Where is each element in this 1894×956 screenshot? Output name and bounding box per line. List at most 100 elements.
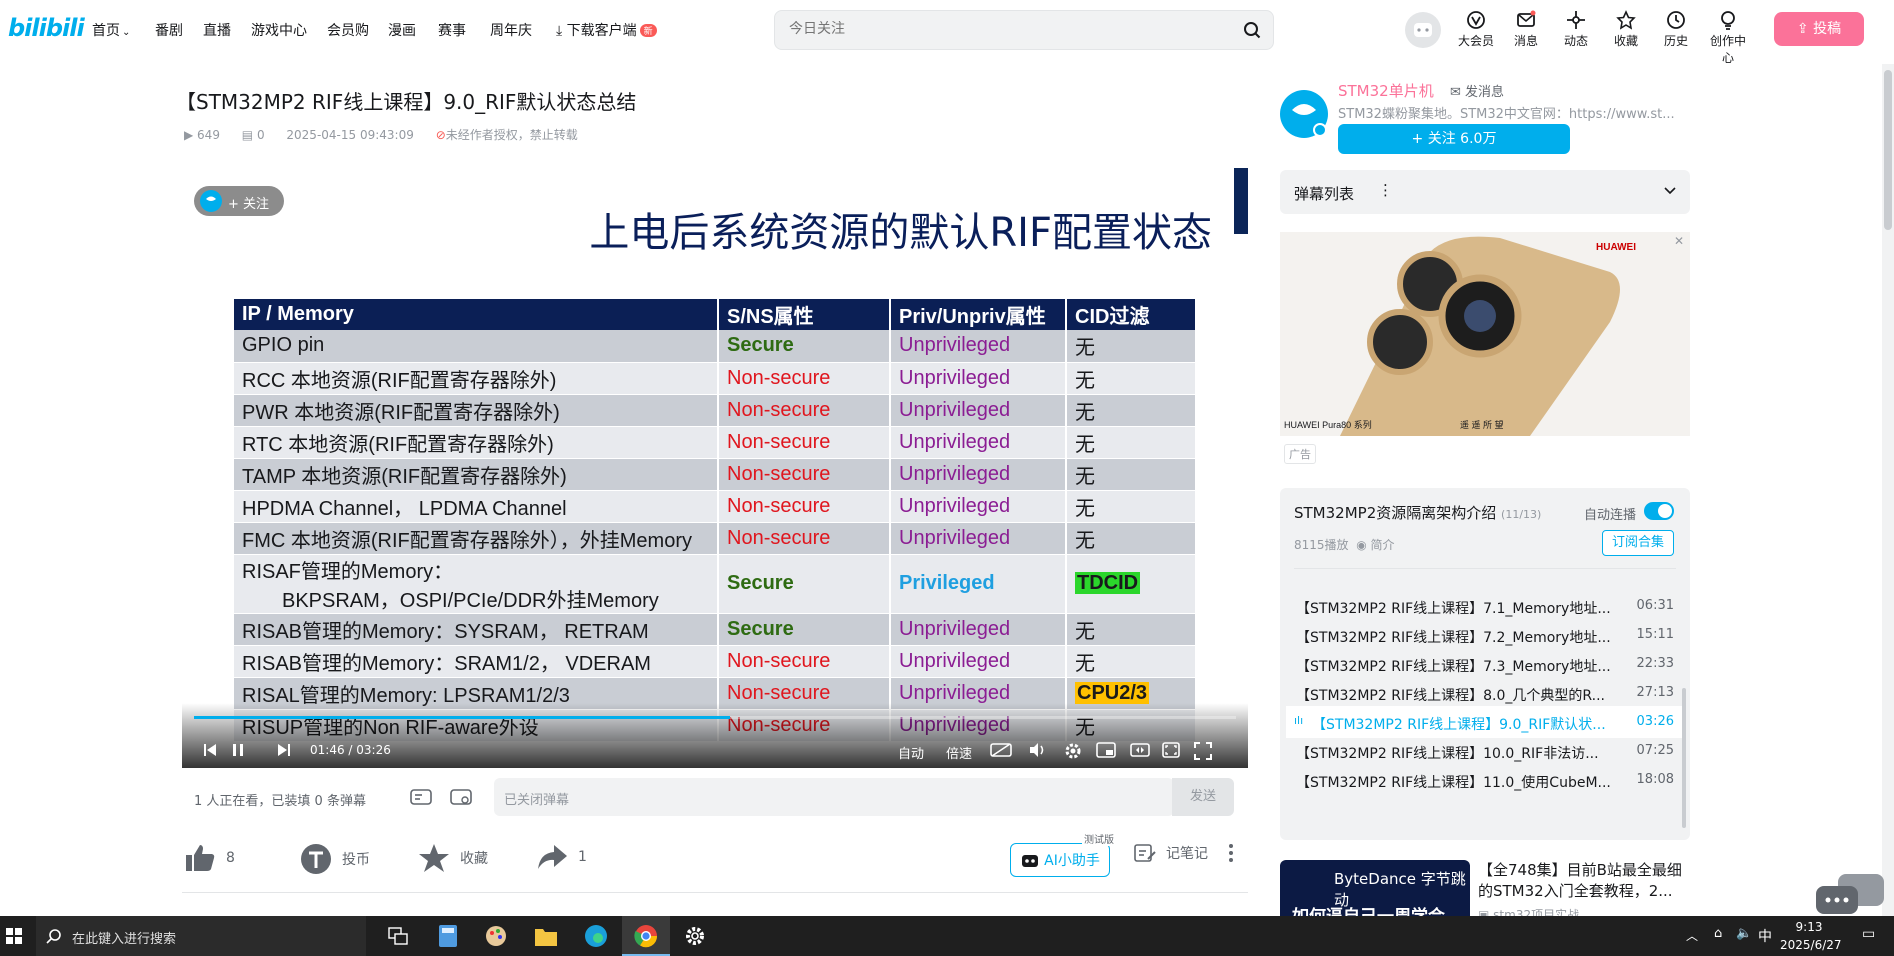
- header-creator-button[interactable]: 创作中心: [1706, 10, 1750, 66]
- upload-button[interactable]: ⇪ 投稿: [1774, 12, 1864, 46]
- ime-indicator[interactable]: 中: [1758, 926, 1772, 946]
- priv-cell: Unprivileged: [890, 613, 1067, 646]
- calculator-icon[interactable]: [438, 924, 458, 948]
- header-dynamic-button[interactable]: 动态: [1554, 10, 1598, 49]
- priv-cell: Unprivileged: [890, 645, 1067, 678]
- like-button[interactable]: 8: [184, 843, 235, 873]
- ip-cell: HPDMA Channel， LPDMA Channel: [234, 490, 719, 523]
- next-icon[interactable]: [276, 742, 292, 758]
- send-message-link[interactable]: ✉ 发消息: [1450, 81, 1504, 100]
- nav-item-2[interactable]: 直播: [203, 20, 231, 40]
- sns-cell: Secure: [718, 554, 891, 614]
- network-icon[interactable]: ⌂: [1714, 926, 1722, 941]
- quality-button[interactable]: 自动: [898, 743, 924, 762]
- chevron-down-icon[interactable]: [1664, 186, 1676, 196]
- playlist-item[interactable]: ılı 【STM32MP2 RIF线上课程】9.0_RIF默认状... 03:26: [1286, 706, 1682, 738]
- page-scrollbar-thumb[interactable]: [1884, 70, 1892, 230]
- nav-item-0[interactable]: 首页 ⌄: [92, 20, 130, 40]
- search-input[interactable]: [789, 21, 1209, 37]
- player-control-row: 01:46 / 03:26 自动 倍速: [182, 736, 1248, 766]
- speed-button[interactable]: 倍速: [946, 743, 972, 762]
- more-options-button[interactable]: [1228, 843, 1234, 863]
- priv-cell: Unprivileged: [890, 490, 1067, 523]
- chrome-taskbar-item[interactable]: [622, 916, 670, 956]
- playlist-item[interactable]: 【STM32MP2 RIF线上课程】7.3_Memory地址... 22:33: [1286, 648, 1682, 680]
- nav-item-7[interactable]: 周年庆: [490, 20, 532, 40]
- header-favorite-button[interactable]: 收藏: [1604, 10, 1648, 49]
- paint-icon[interactable]: [484, 924, 508, 948]
- subtitle-off-icon[interactable]: [990, 742, 1012, 758]
- search-icon[interactable]: [1243, 21, 1261, 39]
- volume-icon[interactable]: [1028, 742, 1046, 758]
- danmaku-send-button[interactable]: 发送: [1172, 778, 1234, 816]
- ad-banner[interactable]: HUAWEI HUAWEI Pura80 系列 遥 遥 所 望 ✕: [1280, 232, 1690, 436]
- more-icon[interactable]: ⋮: [1378, 181, 1393, 199]
- chat-bubble-icon[interactable]: [1812, 872, 1888, 916]
- playlist-item[interactable]: 【STM32MP2 RIF线上课程】7.2_Memory地址... 15:11: [1286, 619, 1682, 651]
- table-header-cell: Priv/Unpriv属性: [890, 299, 1067, 330]
- danmaku-settings-icon[interactable]: [450, 788, 472, 808]
- ai-assistant-button[interactable]: AI小助手: [1010, 843, 1110, 877]
- edge-browser-icon[interactable]: [584, 924, 608, 948]
- notification-icon[interactable]: ▭: [1862, 926, 1875, 942]
- nav-item-8[interactable]: ⤓ 下载客户端新: [556, 20, 657, 40]
- coin-button[interactable]: 投币: [300, 843, 370, 875]
- playlist-item[interactable]: 【STM32MP2 RIF线上课程】7.1_Memory地址... 06:31: [1286, 590, 1682, 622]
- search-box[interactable]: [774, 10, 1274, 50]
- playlist-item[interactable]: 【STM32MP2 RIF线上课程】10.0_RIF非法访... 07:25: [1286, 735, 1682, 767]
- header-history-button[interactable]: 历史: [1654, 10, 1698, 49]
- pip-icon[interactable]: [1096, 742, 1116, 758]
- web-fullscreen-icon[interactable]: [1162, 742, 1180, 758]
- autoplay-toggle[interactable]: [1644, 502, 1674, 520]
- favorite-button[interactable]: 收藏: [418, 843, 488, 873]
- header-vip-button[interactable]: 大会员: [1454, 10, 1498, 49]
- danmaku-input[interactable]: 已关闭弹幕: [494, 778, 1174, 816]
- prev-icon[interactable]: [202, 742, 218, 758]
- user-avatar[interactable]: [1405, 12, 1441, 48]
- subscribe-collection-button[interactable]: 订阅合集: [1602, 530, 1674, 556]
- bilibili-logo[interactable]: bilibili: [8, 14, 85, 48]
- file-explorer-icon[interactable]: [534, 925, 558, 947]
- playlist-item[interactable]: 【STM32MP2 RIF线上课程】11.0_使用CubeM... 18:08: [1286, 764, 1682, 796]
- share-button[interactable]: 1: [536, 843, 587, 871]
- taskbar-search[interactable]: 在此键入进行搜索: [36, 916, 366, 956]
- danmaku-list-panel[interactable]: 弹幕列表 ⋮: [1280, 170, 1690, 214]
- table-header-cell: S/NS属性: [718, 299, 891, 330]
- header-message-button[interactable]: 消息: [1504, 10, 1548, 49]
- share-icon: [538, 845, 567, 869]
- progress-fill: [194, 716, 730, 719]
- toolbar-divider: [182, 892, 1248, 893]
- windows-start-icon[interactable]: [6, 928, 22, 944]
- playing-icon: ılı: [1294, 714, 1304, 727]
- playlist-item[interactable]: 【STM32MP2 RIF线上课程】8.0_几个典型的R... 27:13: [1286, 677, 1682, 709]
- widescreen-icon[interactable]: [1130, 742, 1150, 758]
- video-player[interactable]: 上电后系统资源的默认RIF配置状态 + 关注 IP / Memory S/NS属性…: [182, 168, 1248, 768]
- danmaku-toggle-icon[interactable]: [410, 788, 432, 808]
- task-view-icon[interactable]: [388, 927, 408, 945]
- playlist-scrollbar[interactable]: [1682, 688, 1686, 828]
- settings-icon[interactable]: [1064, 742, 1082, 760]
- fullscreen-icon[interactable]: [1194, 742, 1212, 760]
- nav-item-1[interactable]: 番剧: [155, 20, 183, 40]
- recommend-title[interactable]: 【全748集】目前B站最全最细的STM32入门全套教程，2...: [1478, 860, 1682, 902]
- volume-tray-icon[interactable]: 🔈: [1736, 926, 1752, 941]
- nav-item-6[interactable]: 赛事: [438, 20, 466, 40]
- settings-gear-icon[interactable]: [684, 925, 706, 947]
- notes-button[interactable]: 记笔记: [1134, 843, 1208, 863]
- uploader-avatar[interactable]: [1280, 90, 1328, 138]
- pause-icon[interactable]: [230, 742, 246, 758]
- uploader-name[interactable]: STM32单片机: [1338, 80, 1434, 101]
- cid-cell: 无: [1066, 522, 1197, 555]
- nav-item-4[interactable]: 会员购: [327, 20, 369, 40]
- playlist-title[interactable]: STM32MP2资源隔离架构介绍 (11/13): [1294, 502, 1541, 523]
- dynamic-icon: [1567, 11, 1585, 29]
- tray-chevron-icon[interactable]: ︿: [1686, 927, 1698, 944]
- player-follow-chip[interactable]: + 关注: [194, 186, 284, 216]
- taskbar-clock[interactable]: 9:13 2025/6/27: [1780, 918, 1842, 954]
- progress-bar[interactable]: [194, 716, 1236, 719]
- playlist-intro-link[interactable]: 简介: [1371, 538, 1395, 552]
- nav-item-3[interactable]: 游戏中心: [251, 20, 307, 40]
- nav-item-5[interactable]: 漫画: [388, 20, 416, 40]
- follow-button[interactable]: + 关注 6.0万: [1338, 124, 1570, 154]
- close-ad-icon[interactable]: ✕: [1674, 234, 1684, 248]
